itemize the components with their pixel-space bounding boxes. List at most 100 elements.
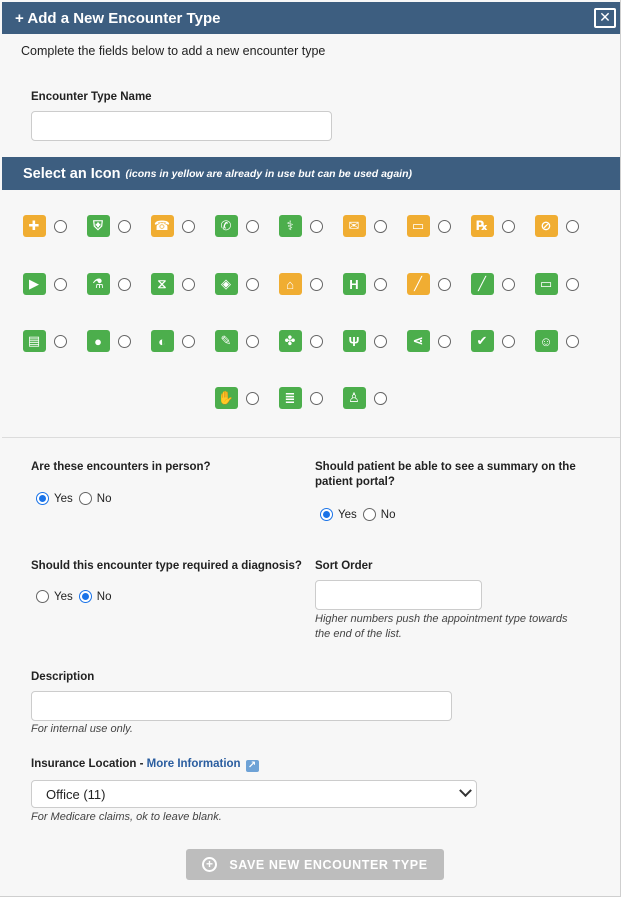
- in-person-radio-group: Yes No: [36, 492, 117, 505]
- conversation-icon[interactable]: ☺: [534, 330, 558, 352]
- apple-icon[interactable]: ●: [86, 330, 110, 352]
- diagnosis-no-label: No: [96, 590, 112, 603]
- in-person-no-radio[interactable]: [78, 492, 92, 505]
- portal-summary-no-label: No: [380, 508, 396, 521]
- icon-radio[interactable]: [245, 219, 259, 233]
- icon-option: ✋: [214, 386, 279, 410]
- icon-radio[interactable]: [373, 277, 387, 291]
- home-icon[interactable]: ⌂: [278, 273, 302, 295]
- medical-bag-icon[interactable]: ⛨: [86, 215, 110, 237]
- icon-option: ⚕: [278, 214, 343, 238]
- close-button[interactable]: ✕: [594, 8, 616, 28]
- in-person-question: Are these encounters in person?: [31, 461, 211, 473]
- icon-radio[interactable]: [117, 219, 131, 233]
- insurance-location-selected-value: Office (11): [46, 786, 106, 802]
- fork-knife-icon[interactable]: Ψ: [342, 330, 366, 352]
- icon-radio[interactable]: [181, 219, 195, 233]
- icon-radio[interactable]: [181, 277, 195, 291]
- icon-radio[interactable]: [245, 277, 259, 291]
- icon-section-header: Select an Icon (icons in yellow are alre…: [2, 157, 620, 190]
- icon-radio[interactable]: [437, 334, 451, 348]
- apple-bite-icon[interactable]: ◐: [150, 330, 174, 352]
- check-badge-icon[interactable]: ✔: [470, 330, 494, 352]
- icon-option: ◈: [214, 272, 279, 296]
- running-person-icon[interactable]: ✤: [278, 330, 302, 352]
- dna-icon[interactable]: ⧖: [150, 273, 174, 295]
- mother-child-icon[interactable]: ♙: [342, 387, 366, 409]
- icon-radio[interactable]: [309, 277, 323, 291]
- icon-radio[interactable]: [437, 219, 451, 233]
- hospital-h-icon[interactable]: H: [342, 273, 366, 295]
- medical-device-icon[interactable]: ▤: [22, 330, 46, 352]
- modal-title-bar: + Add a New Encounter Type ✕: [2, 2, 620, 34]
- encounter-type-name-input[interactable]: [31, 111, 332, 141]
- lab-flask-icon[interactable]: ⚗: [86, 273, 110, 295]
- add-encounter-type-modal: + Add a New Encounter Type ✕ Complete th…: [0, 0, 621, 897]
- telephone-icon[interactable]: ☎: [150, 215, 174, 237]
- icon-radio[interactable]: [501, 334, 515, 348]
- icon-radio[interactable]: [53, 219, 67, 233]
- icon-radio[interactable]: [501, 219, 515, 233]
- helping-hand-icon[interactable]: ✋: [214, 387, 238, 409]
- icon-option: ℞: [470, 214, 535, 238]
- scalpel-icon[interactable]: ╱: [406, 273, 430, 295]
- video-camera-icon[interactable]: ▶: [22, 273, 46, 295]
- diagnosis-no-radio[interactable]: [78, 590, 92, 603]
- icon-radio[interactable]: [117, 334, 131, 348]
- insurance-location-select[interactable]: Office (11): [31, 780, 477, 808]
- icon-radio[interactable]: [53, 334, 67, 348]
- icon-radio[interactable]: [565, 219, 579, 233]
- icon-radio[interactable]: [245, 391, 259, 405]
- needle-icon[interactable]: ╱: [470, 273, 494, 295]
- icon-row: ▶ ⚗ ⧖ ◈ ⌂ H ╱ ╱ ▭: [0, 272, 621, 296]
- icon-radio[interactable]: [373, 334, 387, 348]
- icon-option: ⊘: [534, 214, 599, 238]
- insurance-location-hint: For Medicare claims, ok to leave blank.: [31, 811, 222, 823]
- icon-row: ✚ ⛨ ☎ ✆ ⚕ ✉ ▭ ℞ ⊘: [0, 214, 621, 238]
- syringe-icon[interactable]: ✎: [214, 330, 238, 352]
- icon-radio[interactable]: [181, 334, 195, 348]
- description-input[interactable]: [31, 691, 452, 721]
- spine-icon[interactable]: ≣: [278, 387, 302, 409]
- icon-radio[interactable]: [373, 391, 387, 405]
- more-information-link[interactable]: More Information: [147, 758, 241, 770]
- portal-summary-no-radio[interactable]: [362, 508, 376, 521]
- in-person-yes-radio[interactable]: [36, 492, 49, 505]
- cube-icon[interactable]: ◈: [214, 273, 238, 295]
- icon-radio[interactable]: [309, 334, 323, 348]
- stethoscope-icon[interactable]: ⚕: [278, 215, 302, 237]
- envelope-icon[interactable]: ✉: [342, 215, 366, 237]
- prescription-icon[interactable]: ℞: [470, 215, 494, 237]
- icon-radio[interactable]: [309, 219, 323, 233]
- sort-order-input[interactable]: [315, 580, 482, 610]
- icon-radio[interactable]: [117, 277, 131, 291]
- icon-radio[interactable]: [501, 277, 515, 291]
- icon-radio[interactable]: [245, 334, 259, 348]
- save-new-encounter-type-button[interactable]: + SAVE NEW ENCOUNTER TYPE: [186, 849, 444, 880]
- message-bubble-icon[interactable]: ▭: [534, 273, 558, 295]
- icon-radio[interactable]: [373, 219, 387, 233]
- icon-option: ✆: [214, 214, 279, 238]
- share-icon[interactable]: ⋖: [406, 330, 430, 352]
- chat-bubble-icon[interactable]: ▭: [406, 215, 430, 237]
- portal-summary-question-line2: patient portal?: [315, 476, 395, 488]
- icon-radio[interactable]: [565, 334, 579, 348]
- icon-option: ▶: [22, 272, 87, 296]
- external-link-icon[interactable]: ↗: [245, 760, 259, 772]
- icon-option: ⧖: [150, 272, 215, 296]
- icon-option: H: [342, 272, 407, 296]
- bandage-icon[interactable]: ⊘: [534, 215, 558, 237]
- diagnosis-yes-radio[interactable]: [36, 590, 49, 603]
- phone-handset-icon[interactable]: ✆: [214, 215, 238, 237]
- icon-option: ⌂: [278, 272, 343, 296]
- portal-summary-question-line1: Should patient be able to see a summary …: [315, 461, 576, 473]
- portal-summary-yes-radio[interactable]: [320, 508, 333, 521]
- icon-option: ▭: [406, 214, 471, 238]
- icon-radio[interactable]: [565, 277, 579, 291]
- section-divider: [2, 437, 620, 438]
- icon-radio[interactable]: [309, 391, 323, 405]
- icon-radio[interactable]: [53, 277, 67, 291]
- diagnosis-radio-group: Yes No: [36, 590, 117, 603]
- icon-radio[interactable]: [437, 277, 451, 291]
- first-aid-cross-icon[interactable]: ✚: [22, 215, 46, 237]
